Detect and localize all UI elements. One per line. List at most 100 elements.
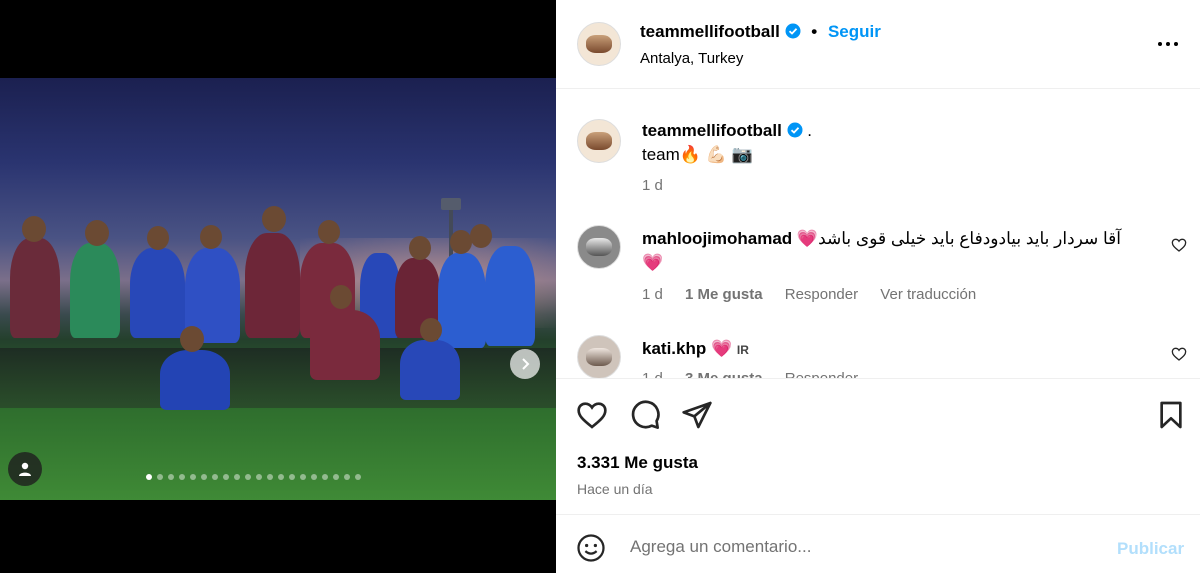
emoji-icon[interactable]: [576, 533, 606, 563]
caption-time[interactable]: 1 d: [642, 177, 663, 194]
player-head: [450, 230, 472, 254]
carousel-dot: [179, 474, 185, 480]
player-head: [262, 206, 286, 232]
player: [10, 238, 60, 338]
player-head: [470, 224, 492, 248]
carousel-indicator: [146, 474, 361, 480]
comment-meta: 1 d 3 Me gusta Responder: [642, 370, 876, 378]
player-head: [180, 326, 204, 352]
player-head: [200, 225, 222, 249]
carousel-dot: [157, 474, 163, 480]
next-photo-button[interactable]: [510, 349, 540, 379]
bookmark-icon[interactable]: [1155, 399, 1187, 431]
carousel-dot: [322, 474, 328, 480]
player-head: [147, 226, 169, 250]
comment-username[interactable]: mahloojimohamad: [642, 229, 792, 248]
likes-count[interactable]: 3.331 Me gusta: [577, 453, 698, 473]
comment-composer: Publicar: [556, 514, 1200, 574]
carousel-dot: [223, 474, 229, 480]
post-photo: [0, 78, 556, 500]
player-head: [85, 220, 109, 246]
player-head: [22, 216, 46, 242]
flag-label: IR: [736, 343, 749, 357]
author-username[interactable]: teammellifootball: [640, 22, 780, 41]
tree-line: [0, 348, 556, 408]
heart-icon[interactable]: [576, 399, 608, 431]
comment-body: kati.khp 💗 IR: [642, 339, 749, 359]
comment-like-icon[interactable]: [1171, 346, 1187, 362]
chevron-right-icon: [522, 358, 530, 370]
comment-likes[interactable]: 1 Me gusta: [685, 286, 763, 303]
carousel-dot: [355, 474, 361, 480]
comment-text: آقا سردار باید بیادودفاع باید خیلی قوی ب…: [796, 229, 1122, 248]
comment-body: mahloojimohamad آقا سردار باید بیادودفاع…: [642, 229, 1152, 249]
carousel-dot: [201, 474, 207, 480]
caption-meta: 1 d: [642, 177, 681, 194]
carousel-dot: [234, 474, 240, 480]
user-tag-button[interactable]: [8, 452, 42, 486]
comments-list[interactable]: teammellifootball . team🔥 💪🏻 📷 1 d mahlo…: [556, 89, 1200, 378]
player: [485, 246, 535, 346]
comment-likes[interactable]: 3 Me gusta: [685, 370, 763, 378]
comment-meta: 1 d 1 Me gusta Responder Ver traducción: [642, 286, 994, 303]
post-header: teammellifootball • Seguir Antalya, Turk…: [556, 0, 1200, 89]
verified-badge-icon: [785, 23, 801, 39]
comment-username[interactable]: kati.khp: [642, 339, 706, 358]
comment-input[interactable]: [628, 531, 1092, 563]
publish-button[interactable]: Publicar: [1117, 539, 1184, 559]
carousel-dot: [245, 474, 251, 480]
follow-button[interactable]: Seguir: [828, 22, 881, 41]
player: [70, 243, 120, 338]
post-actions: 3.331 Me gusta Hace un día: [556, 378, 1200, 515]
player: [310, 310, 380, 380]
player-head: [330, 285, 352, 309]
carousel-dot: [190, 474, 196, 480]
carousel-dot: [256, 474, 262, 480]
caption-suffix: .: [807, 121, 813, 140]
separator-dot: •: [811, 22, 818, 41]
player: [130, 248, 185, 338]
media-pane: [0, 0, 556, 573]
floodlight: [441, 198, 461, 210]
player-head: [318, 220, 340, 244]
post-location[interactable]: Antalya, Turkey: [640, 50, 743, 67]
carousel-dot: [311, 474, 317, 480]
comment-time[interactable]: 1 d: [642, 370, 663, 378]
post-sidebar: teammellifootball • Seguir Antalya, Turk…: [556, 0, 1200, 573]
carousel-dot: [168, 474, 174, 480]
carousel-dot: [289, 474, 295, 480]
player: [400, 340, 460, 400]
caption-text: team🔥 💪🏻 📷: [642, 145, 753, 164]
verified-badge-icon: [787, 122, 803, 138]
comment-like-icon[interactable]: [1171, 237, 1187, 253]
carousel-dot: [146, 474, 152, 480]
caption-header: teammellifootball .: [642, 121, 812, 141]
comment-time[interactable]: 1 d: [642, 286, 663, 303]
comment-icon[interactable]: [629, 399, 661, 431]
author-line: teammellifootball • Seguir: [640, 22, 881, 42]
comment-text-continued: 💗: [642, 253, 664, 272]
carousel-dot: [278, 474, 284, 480]
carousel-dot: [212, 474, 218, 480]
player-head: [420, 318, 442, 342]
carousel-dot: [333, 474, 339, 480]
player: [245, 233, 300, 338]
player: [438, 253, 486, 348]
player: [160, 350, 230, 410]
carousel-dot: [300, 474, 306, 480]
reply-button[interactable]: Responder: [785, 370, 858, 378]
comment-text: 💗: [710, 339, 733, 358]
caption-username[interactable]: teammellifootball: [642, 121, 782, 140]
translate-button[interactable]: Ver traducción: [880, 286, 976, 303]
more-options-icon[interactable]: [1156, 32, 1180, 56]
carousel-dot: [344, 474, 350, 480]
reply-button[interactable]: Responder: [785, 286, 858, 303]
post-time[interactable]: Hace un día: [577, 481, 653, 497]
share-icon[interactable]: [681, 399, 713, 431]
caption-avatar[interactable]: [577, 119, 621, 163]
player-head: [409, 236, 431, 260]
commenter-avatar[interactable]: [577, 225, 621, 269]
user-tag-icon: [19, 462, 31, 476]
author-avatar[interactable]: [577, 22, 621, 66]
commenter-avatar[interactable]: [577, 335, 621, 378]
